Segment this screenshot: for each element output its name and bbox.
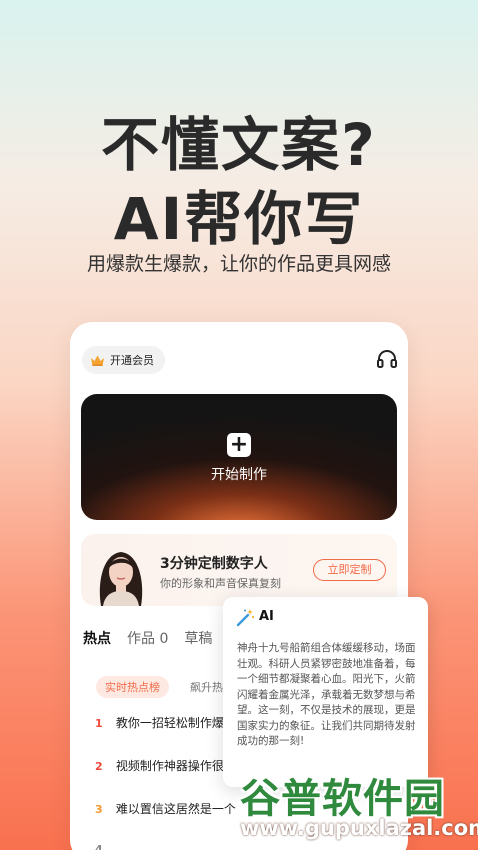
rank-number: 2 <box>95 760 103 773</box>
popup-title: AI <box>259 609 274 624</box>
digital-human-card[interactable]: 3分钟定制数字人 你的形象和声音保真复刻 立即定制 <box>81 534 397 606</box>
rank-number: 3 <box>95 803 103 816</box>
tab-works[interactable]: 作品 0 <box>127 628 168 648</box>
list-item-text: 难以置信这居然是一个 <box>115 802 236 816</box>
start-create-label: 开始制作 <box>211 467 267 483</box>
digital-human-title: 3分钟定制数字人 <box>160 556 268 572</box>
list-item[interactable]: 3 难以置信这居然是一个 <box>95 800 236 817</box>
list-item-text: 教你一招轻松制作爆 <box>115 716 224 730</box>
avatar <box>93 542 149 606</box>
site-watermark: 谷普软件园 www.gupuxlazal.com <box>236 766 478 850</box>
list-item-text: 视频制作神器操作很 <box>115 759 224 773</box>
popup-body-text: 神舟十九号船箭组合体缓缓移动，场面壮观。科研人员紧锣密鼓地准备着，每一个细节都凝… <box>237 642 416 747</box>
list-item[interactable]: 2 视频制作神器操作很 <box>95 757 224 774</box>
start-create-button[interactable]: + 开始制作 <box>81 394 397 520</box>
vip-label: 开通会员 <box>110 354 154 367</box>
list-item[interactable]: 4 <box>95 842 112 850</box>
rank-number: 1 <box>95 717 103 730</box>
plus-icon: + <box>227 433 251 457</box>
watermark-url: www.gupuxlazal.com <box>240 816 478 840</box>
tab-drafts[interactable]: 草稿 <box>184 628 212 648</box>
tab-hot[interactable]: 热点 <box>83 628 111 648</box>
headline-subtitle: 用爆款生爆款，让你的作品更具网感 <box>86 253 391 275</box>
ai-copywriting-popup: AI 神舟十九号船箭组合体缓缓移动，场面壮观。科研人员紧锣密鼓地准备着，每一个细… <box>223 597 428 787</box>
digital-human-subtitle: 你的形象和声音保真复刻 <box>160 577 281 590</box>
chip-realtime-hot[interactable]: 实时热点榜 <box>96 676 169 698</box>
crown-icon <box>90 354 105 367</box>
magic-wand-icon <box>236 609 255 627</box>
rank-number: 4 <box>95 843 103 850</box>
content-tabs: 热点 作品 0 草稿 <box>83 628 212 648</box>
headset-icon[interactable] <box>376 348 398 370</box>
list-item[interactable]: 1 教你一招轻松制作爆 <box>95 714 224 731</box>
vip-button[interactable]: 开通会员 <box>82 346 165 374</box>
headline-line-2: AI帮你写 <box>113 185 365 253</box>
headline-line-1: 不懂文案? <box>101 111 377 179</box>
customize-now-button[interactable]: 立即定制 <box>313 559 386 581</box>
